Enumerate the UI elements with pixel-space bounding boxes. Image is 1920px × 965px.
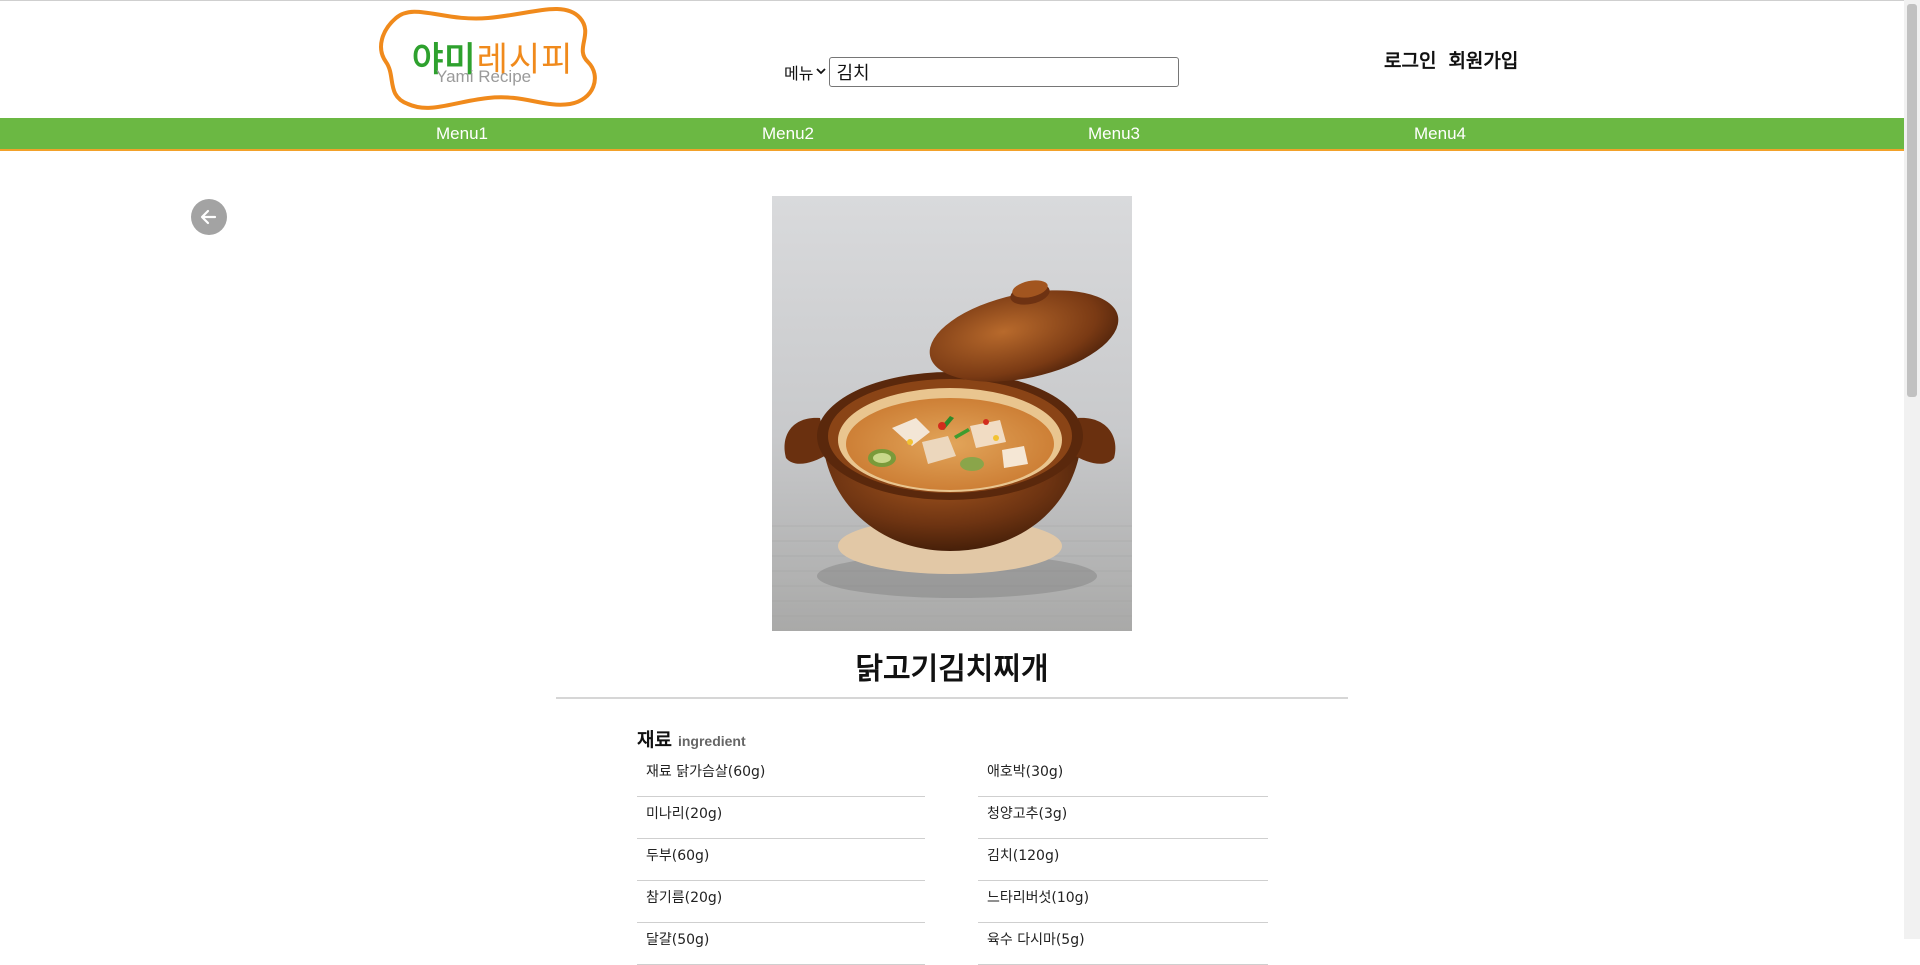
nav-item-menu3[interactable]: Menu3 <box>1088 124 1140 144</box>
login-link[interactable]: 로그인 <box>1384 46 1436 73</box>
auth-links: 로그인 회원가입 <box>1384 46 1518 73</box>
back-button[interactable] <box>191 199 227 235</box>
recipe-photo <box>772 196 1132 631</box>
scrollbar-thumb[interactable] <box>1907 4 1917 397</box>
recipe-title: 닭고기김치찌개 <box>855 652 1049 687</box>
signup-link[interactable]: 회원가입 <box>1448 46 1518 73</box>
search-input[interactable]: 김치 <box>829 56 1180 87</box>
main-nav: Menu1 Menu2 Menu3 Menu4 <box>0 118 1904 151</box>
search-bar: 메뉴 김치 <box>784 55 1180 88</box>
ingredient-item: 애호박(30g) <box>978 755 1268 797</box>
top-border <box>0 0 1904 1</box>
nav-item-menu2[interactable]: Menu2 <box>762 124 814 144</box>
nav-item-menu4[interactable]: Menu4 <box>1414 124 1466 144</box>
logo-english-text: Yami Recipe <box>436 67 532 86</box>
ingredient-item: 두부(60g) <box>637 839 925 881</box>
arrow-left-icon <box>200 209 217 225</box>
ingredient-item: 육수 다시마(5g) <box>978 923 1268 965</box>
ingredients-heading: 재료 ingredient <box>637 725 746 752</box>
ingredient-item: 참기름(20g) <box>637 881 925 923</box>
ingredient-item: 느타리버섯(10g) <box>978 881 1268 923</box>
ingredient-item: 재료 닭가슴살(60g) <box>637 755 925 797</box>
ingredient-item: 달걀(50g) <box>637 923 925 965</box>
ingredients-list-left: 재료 닭가슴살(60g) 미나리(20g) 두부(60g) 참기름(20g) 달… <box>637 755 925 965</box>
ingredient-item: 청양고추(3g) <box>978 797 1268 839</box>
ingredient-item: 김치(120g) <box>978 839 1268 881</box>
ingredients-heading-en: ingredient <box>677 733 746 749</box>
ingredient-item: 미나리(20g) <box>637 797 925 839</box>
site-logo[interactable]: 야미레시피 Yami Recipe <box>374 4 602 114</box>
search-category-select[interactable]: 메뉴 <box>784 60 827 84</box>
nav-item-menu1[interactable]: Menu1 <box>436 124 488 144</box>
title-divider <box>556 697 1348 699</box>
ingredients-heading-ko: 재료 <box>637 729 672 751</box>
search-category-label: 메뉴 <box>784 63 814 83</box>
page-scrollbar[interactable] <box>1904 0 1920 939</box>
chevron-down-icon <box>816 65 827 78</box>
ingredients-list-right: 애호박(30g) 청양고추(3g) 김치(120g) 느타리버섯(10g) 육수… <box>978 755 1268 965</box>
